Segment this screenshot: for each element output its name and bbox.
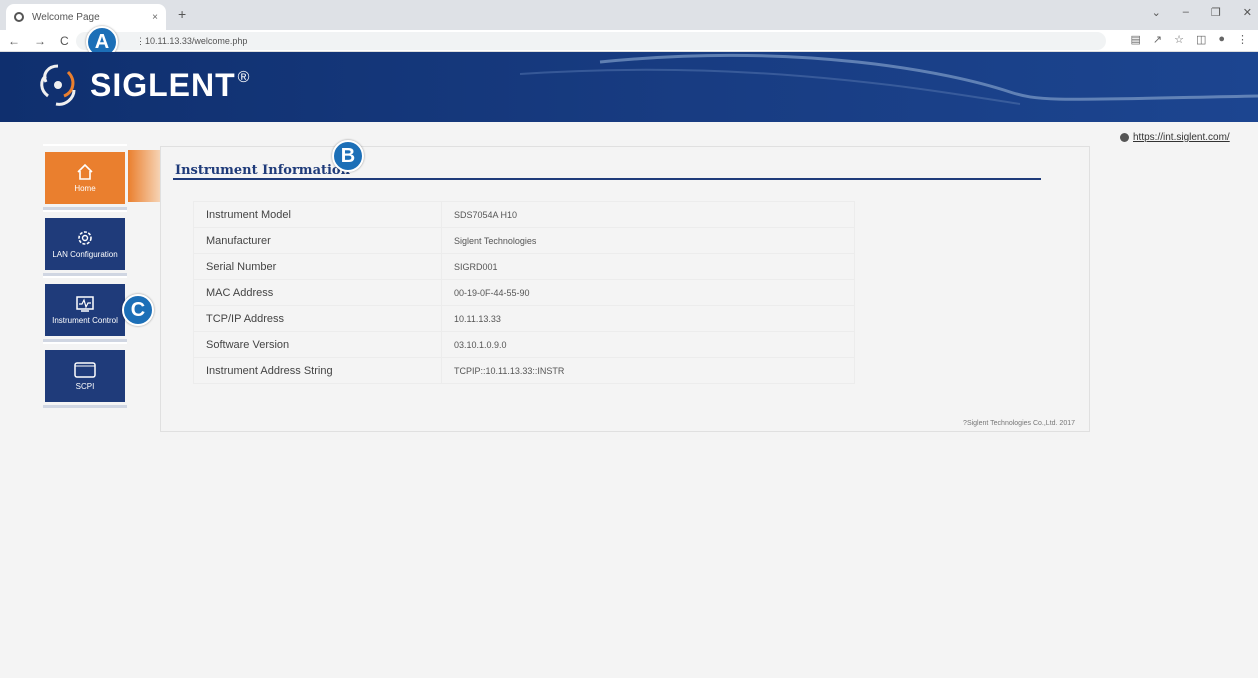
sidebar-item-label: Home [74,183,96,193]
gear-icon [78,230,92,245]
annotation-marker-b: B [332,140,364,172]
info-value: 10.11.13.33 [441,305,855,332]
info-value: 00-19-0F-44-55-90 [441,279,855,306]
forward-icon[interactable]: → [34,34,46,48]
brand-name: SIGLENT [90,66,236,103]
back-icon[interactable]: ← [8,34,20,48]
table-row: Serial Number SIGRD001 [193,253,855,280]
translate-icon[interactable]: ▤ [1130,33,1140,46]
active-nav-indicator [128,150,160,202]
share-icon[interactable]: ↗ [1153,33,1162,46]
table-row: MAC Address 00-19-0F-44-55-90 [193,279,855,306]
sidebar-nav: Home LAN Configuration Instrument Contro… [43,144,127,408]
side-panel-icon[interactable]: ◫ [1196,33,1206,46]
monitor-icon [76,295,94,312]
external-site-link[interactable]: https://int.siglent.com/ [1120,132,1230,143]
window-controls: ⌄ – ❐ ✕ [1152,6,1252,19]
sidebar-item-scpi[interactable]: SCPI [43,342,127,408]
siglent-swirl-icon [40,64,76,106]
sidebar-item-label: LAN Configuration [52,249,118,259]
table-row: Manufacturer Siglent Technologies [193,227,855,254]
header-banner: SIGLENT ® [0,52,1258,122]
site-info-icon[interactable]: ⋮ [136,36,145,47]
address-bar[interactable]: ⋮ 10.11.13.33/welcome.php [76,32,1106,50]
table-row: Instrument Model SDS7054A H10 [193,201,855,228]
info-value: TCPIP::10.11.13.33::INSTR [441,357,855,384]
restore-icon[interactable]: ❐ [1211,6,1221,19]
home-icon [77,163,93,180]
panel-title: Instrument Information [175,163,351,178]
sidebar-item-home[interactable]: Home [43,144,127,210]
title-divider [173,178,1041,180]
info-key: Instrument Model [193,201,442,228]
globe-icon [1120,133,1129,142]
annotation-marker-c: C [122,294,154,326]
info-value: 03.10.1.0.9.0 [441,331,855,358]
toolbar-icons: ▤ ↗ ☆ ◫ ● ⋮ [1130,33,1248,46]
sidebar-item-label: Instrument Control [52,315,118,325]
info-key: Software Version [193,331,442,358]
browser-tab[interactable]: Welcome Page × [6,4,166,30]
external-site-link-text: https://int.siglent.com/ [1133,132,1230,143]
sidebar-item-instrument-control[interactable]: Instrument Control [43,276,127,342]
info-key: Serial Number [193,253,442,280]
instrument-info-panel: Instrument Information Instrument Model … [160,146,1090,432]
browser-toolbar: ← → C ⋮ 10.11.13.33/welcome.php ▤ ↗ ☆ ◫ … [0,30,1258,52]
tab-title: Welcome Page [32,11,100,23]
info-value: Siglent Technologies [441,227,855,254]
sidebar-item-lan-configuration[interactable]: LAN Configuration [43,210,127,276]
table-row: TCP/IP Address 10.11.13.33 [193,305,855,332]
browser-tab-bar: Welcome Page × + ⌄ – ❐ ✕ [0,0,1258,30]
info-key: Manufacturer [193,227,442,254]
table-row: Software Version 03.10.1.0.9.0 [193,331,855,358]
profile-icon[interactable]: ● [1218,33,1225,46]
info-key: TCP/IP Address [193,305,442,332]
reload-icon[interactable]: C [60,34,69,48]
tab-search-icon[interactable]: ⌄ [1152,6,1161,19]
close-window-icon[interactable]: ✕ [1243,6,1252,19]
copyright-footer: ?Siglent Technologies Co.,Ltd. 2017 [963,420,1075,427]
info-value: SDS7054A H10 [441,201,855,228]
globe-icon [14,12,24,22]
menu-icon[interactable]: ⋮ [1237,33,1248,46]
terminal-icon [74,361,96,378]
info-value: SIGRD001 [441,253,855,280]
minimize-icon[interactable]: – [1183,6,1189,19]
bookmark-star-icon[interactable]: ☆ [1174,33,1184,46]
new-tab-button[interactable]: + [178,6,186,22]
info-key: MAC Address [193,279,442,306]
info-key: Instrument Address String [193,357,442,384]
close-tab-icon[interactable]: × [152,12,158,23]
table-row: Instrument Address String TCPIP::10.11.1… [193,357,855,384]
url-text: 10.11.13.33/welcome.php [145,36,248,46]
instrument-info-table: Instrument Model SDS7054A H10 Manufactur… [193,201,855,384]
sidebar-item-label: SCPI [75,381,95,391]
siglent-logo: SIGLENT ® [34,62,249,108]
registered-mark: ® [237,69,250,86]
